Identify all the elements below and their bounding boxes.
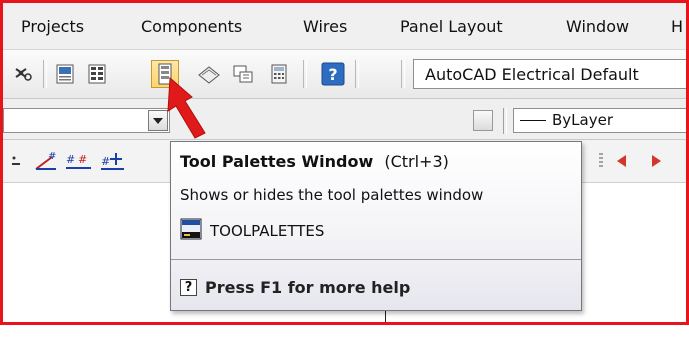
- linetype-label: ByLayer: [552, 111, 613, 129]
- tooltip-command-row: TOOLPALETTES: [180, 218, 325, 244]
- calculator-icon[interactable]: [265, 60, 293, 88]
- red-arrow-icon: [167, 76, 206, 139]
- markup-icon[interactable]: [229, 60, 257, 88]
- tooltip: Tool Palettes Window (Ctrl+3) Shows or h…: [170, 141, 582, 311]
- tooltip-shortcut: (Ctrl+3): [384, 152, 449, 171]
- scoot-icon[interactable]: #: [99, 147, 127, 175]
- standard-toolbar: ? AutoCAD Electrical Default: [3, 50, 686, 99]
- help-box-icon: ?: [180, 279, 197, 296]
- properties-icon[interactable]: [51, 60, 79, 88]
- wire-tool-icon[interactable]: [3, 147, 31, 175]
- menu-components[interactable]: Components: [141, 17, 242, 36]
- toolbar-grip: [503, 108, 507, 134]
- toolbar-separator: [303, 60, 307, 88]
- menu-window[interactable]: Window: [566, 17, 629, 36]
- design-center-icon[interactable]: [83, 60, 111, 88]
- triangle-right-icon[interactable]: [643, 147, 671, 175]
- zoom-icon[interactable]: [9, 60, 37, 88]
- menu-panel-layout[interactable]: Panel Layout: [400, 17, 503, 36]
- linetype-dropdown[interactable]: ByLayer: [513, 108, 686, 133]
- layers-toolbar: ByLayer: [3, 99, 686, 140]
- svg-text:#: #: [66, 153, 75, 166]
- tooltip-description: Shows or hides the tool palettes window: [180, 186, 484, 204]
- menu-projects[interactable]: Projects: [21, 17, 84, 36]
- svg-text:#: #: [101, 155, 110, 168]
- svg-text:#: #: [78, 153, 87, 166]
- text-style-dropdown[interactable]: AutoCAD Electrical Default: [413, 59, 686, 89]
- wire-numbers-icon[interactable]: # #: [65, 147, 93, 175]
- color-dropdown-button[interactable]: [473, 110, 493, 131]
- tooltip-title-row: Tool Palettes Window (Ctrl+3): [180, 152, 449, 171]
- triangle-left-icon[interactable]: [607, 147, 635, 175]
- linetype-sample-line: [520, 120, 546, 121]
- tooltip-help: Press F1 for more help: [205, 278, 411, 297]
- toolbar-separator: [43, 60, 47, 88]
- layer-dropdown[interactable]: [3, 108, 170, 133]
- tooltip-title: Tool Palettes Window: [180, 152, 374, 171]
- toolbar-grip: [401, 60, 405, 88]
- help-icon[interactable]: ?: [319, 60, 347, 88]
- tooltip-divider: [171, 259, 581, 260]
- tooltip-command: TOOLPALETTES: [210, 222, 325, 240]
- wire-number-icon[interactable]: #: [33, 147, 61, 175]
- menu-bar: Projects Components Wires Panel Layout W…: [3, 3, 686, 50]
- toolbar-separator: [355, 60, 359, 88]
- svg-text:?: ?: [328, 65, 337, 84]
- application-window: Projects Components Wires Panel Layout W…: [0, 0, 689, 325]
- tooltip-help-row: ? Press F1 for more help: [180, 278, 410, 297]
- svg-text:#: #: [48, 151, 56, 162]
- menu-help[interactable]: H: [671, 17, 683, 36]
- menu-wires[interactable]: Wires: [303, 17, 347, 36]
- toolpalettes-command-icon: [180, 218, 202, 244]
